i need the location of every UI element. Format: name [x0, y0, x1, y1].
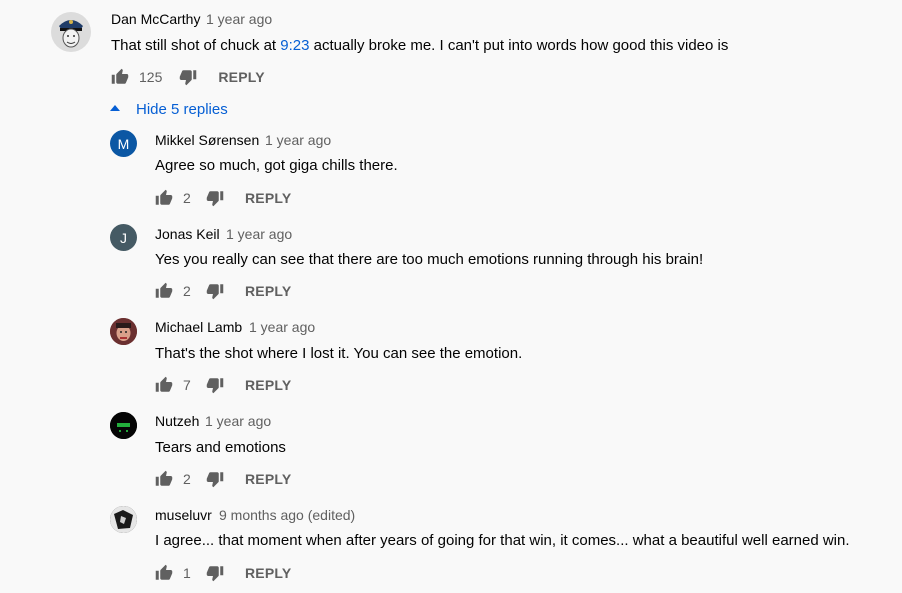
reply-time[interactable]: 9 months ago (edited): [219, 507, 355, 523]
like-count: 7: [183, 377, 191, 393]
reply-actions: 2 REPLY: [154, 188, 291, 208]
reply-time[interactable]: 1 year ago: [226, 226, 292, 242]
reply-actions: 2 REPLY: [154, 281, 291, 301]
thumbs-down-icon[interactable]: [205, 375, 225, 395]
reply-button[interactable]: REPLY: [245, 471, 291, 487]
reply-text: I agree... that moment when after years …: [155, 532, 850, 549]
avatar-police-image: [51, 12, 91, 52]
reply-time[interactable]: 1 year ago: [265, 132, 331, 148]
thumbs-up-icon[interactable]: [154, 188, 174, 208]
thumbs-up-icon[interactable]: [110, 67, 130, 87]
reply-button[interactable]: REPLY: [245, 190, 291, 206]
caret-up-icon: [110, 105, 120, 111]
reply-author[interactable]: Mikkel Sørensen: [155, 132, 259, 148]
reply-button[interactable]: REPLY: [218, 69, 264, 85]
avatar[interactable]: [110, 318, 137, 345]
avatar[interactable]: [51, 12, 91, 52]
hide-replies-label: Hide 5 replies: [136, 100, 228, 118]
avatar-photo: [110, 318, 137, 345]
comment-time[interactable]: 1 year ago: [206, 11, 272, 27]
reply-author[interactable]: Michael Lamb: [155, 319, 242, 335]
reply-text: Agree so much, got giga chills there.: [155, 157, 398, 174]
avatar[interactable]: J: [110, 224, 137, 251]
reply-time[interactable]: 1 year ago: [205, 413, 271, 429]
comment-text-before: That still shot of chuck at: [111, 37, 281, 54]
avatar[interactable]: [110, 506, 137, 533]
thumbs-down-icon[interactable]: [205, 281, 225, 301]
thumbs-down-icon[interactable]: [205, 563, 225, 583]
avatar-photo: [110, 506, 137, 533]
comment-author[interactable]: Dan McCarthy: [111, 11, 200, 27]
like-count: 2: [183, 283, 191, 299]
reply-actions: 2 REPLY: [154, 469, 291, 489]
thumbs-up-icon[interactable]: [154, 375, 174, 395]
hide-replies-toggle[interactable]: Hide 5 replies: [110, 99, 228, 119]
avatar-initial: M: [117, 135, 130, 152]
reply-button[interactable]: REPLY: [245, 283, 291, 299]
avatar-initial: J: [120, 229, 127, 246]
comment-actions: 125 REPLY: [110, 67, 265, 87]
comment-text-after: actually broke me. I can't put into word…: [309, 37, 729, 54]
thumbs-up-icon[interactable]: [154, 281, 174, 301]
thumbs-up-icon[interactable]: [154, 563, 174, 583]
avatar[interactable]: [110, 412, 137, 439]
reply-text: Yes you really can see that there are to…: [155, 251, 704, 268]
reply-button[interactable]: REPLY: [245, 377, 291, 393]
reply-actions: 7 REPLY: [154, 375, 291, 395]
like-count: 125: [139, 69, 163, 85]
like-count: 1: [183, 565, 191, 581]
like-count: 2: [183, 471, 191, 487]
thumbs-up-icon[interactable]: [154, 469, 174, 489]
comment-text: That still shot of chuck at 9:23 actuall…: [111, 37, 728, 54]
thumbs-down-icon[interactable]: [178, 67, 198, 87]
reply-author[interactable]: Nutzeh: [155, 413, 199, 429]
thumbs-down-icon[interactable]: [205, 188, 225, 208]
reply-text: Tears and emotions: [155, 439, 286, 456]
reply-button[interactable]: REPLY: [245, 565, 291, 581]
avatar-logo: [110, 412, 137, 439]
reply-author[interactable]: museluvr: [155, 507, 212, 523]
avatar[interactable]: M: [110, 130, 137, 157]
reply-text: That's the shot where I lost it. You can…: [155, 345, 523, 362]
like-count: 2: [183, 190, 191, 206]
reply-actions: 1 REPLY: [154, 563, 291, 583]
timestamp-link[interactable]: 9:23: [280, 37, 309, 54]
reply-author[interactable]: Jonas Keil: [155, 226, 220, 242]
reply-time[interactable]: 1 year ago: [249, 319, 315, 335]
thumbs-down-icon[interactable]: [205, 469, 225, 489]
